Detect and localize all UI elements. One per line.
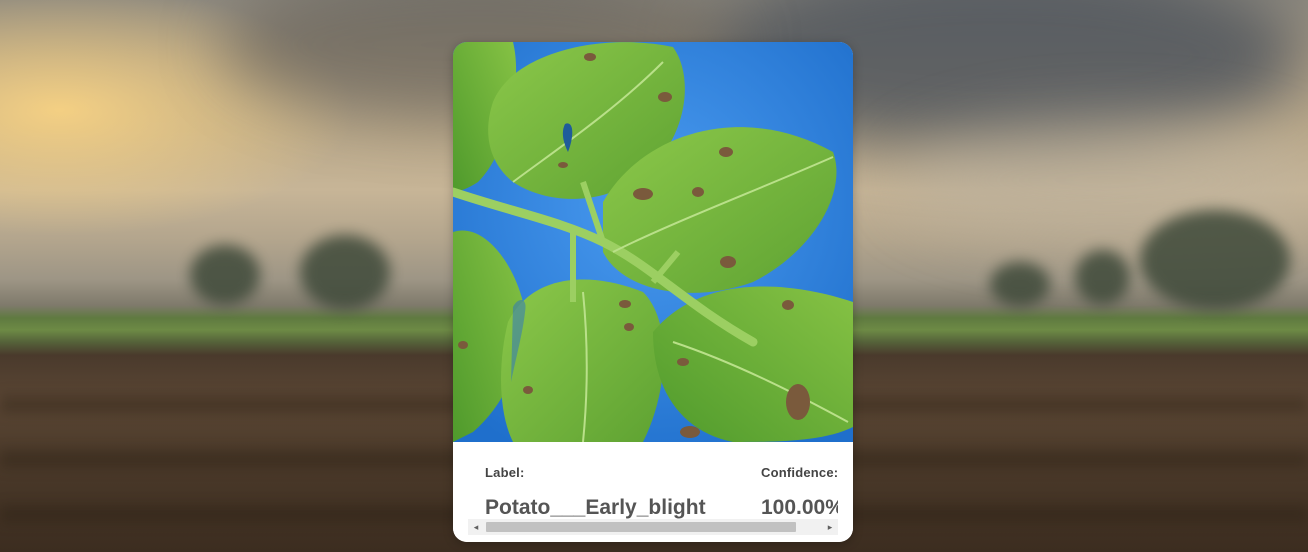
label-column: Label: Potato___Early_blight <box>485 464 706 520</box>
scroll-right-arrow-icon[interactable]: ▸ <box>822 519 838 535</box>
label-value: Potato___Early_blight <box>485 496 706 519</box>
label-heading: Label: <box>485 465 525 480</box>
result-scroll-area[interactable]: Label: Potato___Early_blight Confidence:… <box>468 442 838 520</box>
leaf-image <box>453 42 853 442</box>
background-tree <box>190 245 260 305</box>
prediction-card: Label: Potato___Early_blight Confidence:… <box>453 42 853 542</box>
confidence-column: Confidence: 100.00% <box>761 464 838 520</box>
background-tree <box>1075 250 1130 305</box>
confidence-value: 100.00% <box>761 496 838 519</box>
potato-leaf-illustration <box>453 42 853 442</box>
background-tree <box>300 235 390 310</box>
confidence-heading: Confidence: <box>761 465 838 480</box>
background-tree <box>1140 210 1290 310</box>
background-tree <box>990 262 1050 307</box>
horizontal-scrollbar[interactable]: ◂ ▸ <box>468 519 838 535</box>
scroll-left-arrow-icon[interactable]: ◂ <box>468 519 484 535</box>
scrollbar-thumb[interactable] <box>486 522 796 532</box>
result-row: Label: Potato___Early_blight Confidence:… <box>468 442 838 520</box>
prediction-result: Label: Potato___Early_blight Confidence:… <box>453 442 853 542</box>
